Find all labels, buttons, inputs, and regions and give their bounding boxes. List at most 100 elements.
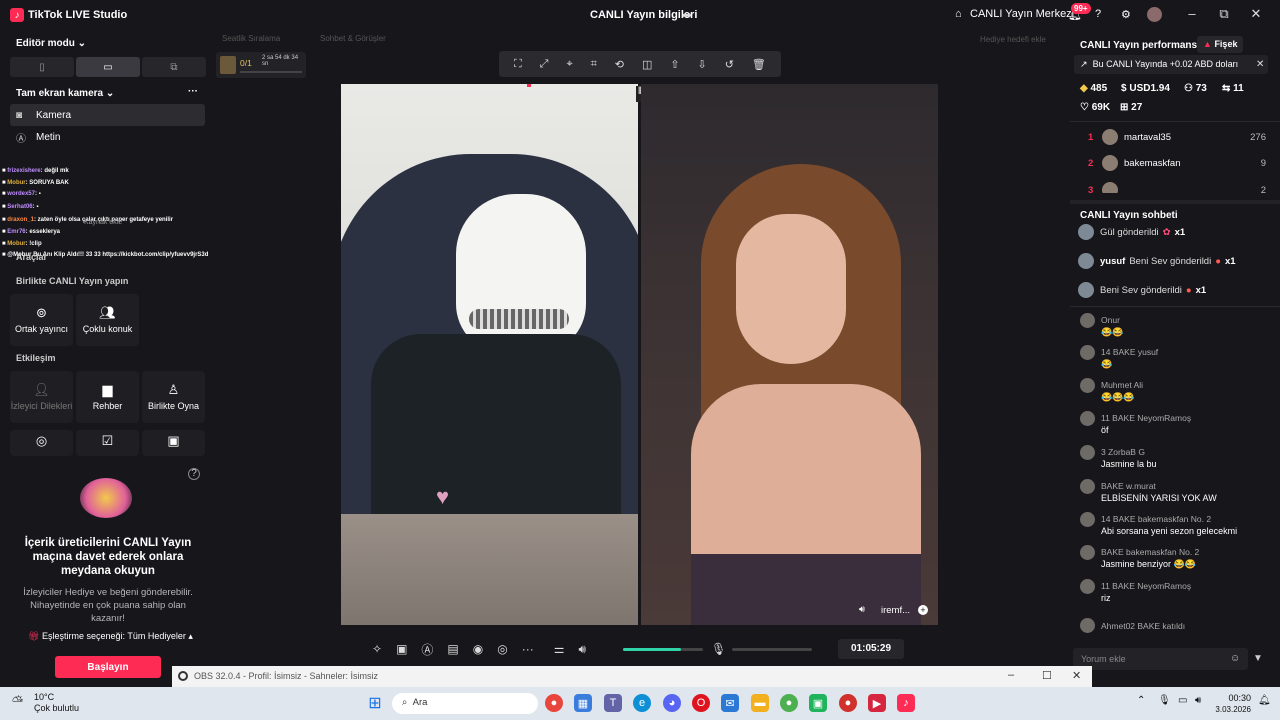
chrome-alt-icon[interactable]: ●	[780, 694, 798, 712]
help-icon[interactable]: ?	[1095, 8, 1101, 20]
gift-goal-label[interactable]: Hediye hedefi ekle	[980, 35, 1046, 44]
portrait-mode-button[interactable]: ▯	[10, 57, 74, 77]
video-app-icon[interactable]: ▶	[868, 694, 886, 712]
live-center-link[interactable]: CANLI Yayın Merkezi	[970, 8, 1074, 20]
multi-guest-tile[interactable]: 👥︎ Çoklu konuk	[76, 294, 139, 346]
record-icon[interactable]: ◉	[473, 642, 483, 656]
edge-icon[interactable]: e	[633, 694, 651, 712]
rotate-icon[interactable]: ⟲	[615, 58, 624, 71]
notification-badge: 99+	[1071, 3, 1091, 14]
add-icon[interactable]: +	[918, 605, 928, 615]
settings-gear-icon[interactable]: ⚙	[1121, 8, 1131, 21]
notification-icon[interactable]: 🔔︎	[1258, 695, 1271, 706]
opera-icon[interactable]: O	[692, 694, 710, 712]
ranking-row[interactable]: 1 martaval35 276	[1070, 128, 1280, 148]
close-banner-icon[interactable]: ✕	[1256, 59, 1264, 70]
mail-icon[interactable]: ✉	[721, 694, 739, 712]
crop-icon[interactable]: ⌗	[591, 58, 597, 71]
microphone-icon[interactable]: 🎙︎	[711, 642, 726, 656]
mic-slider[interactable]	[732, 648, 812, 651]
teams-icon[interactable]: T	[604, 694, 622, 712]
help-icon[interactable]: ?	[188, 468, 200, 480]
weather-icon[interactable]: ⛅︎	[12, 693, 23, 710]
share-icon[interactable]: ➦	[682, 8, 692, 22]
landscape-mode-button[interactable]: ▭	[76, 57, 140, 77]
clock-date[interactable]: 3.03.2026	[1205, 705, 1251, 714]
checklist-icon: ☑	[101, 433, 114, 449]
ranking-row[interactable]: 2 bakemaskfan 9	[1070, 154, 1280, 174]
rose-icon: ✿	[1162, 226, 1171, 238]
match-option-dropdown[interactable]: 🎁︎ Eşleştirme seçeneği: Tüm Hediyeler ▴	[28, 631, 193, 642]
mask-grille	[469, 309, 569, 329]
tile-partial[interactable]: ◎	[10, 430, 73, 456]
avatar	[1078, 282, 1094, 298]
volume-slider[interactable]	[623, 648, 703, 651]
store-icon[interactable]: ▦	[574, 694, 592, 712]
source-camera[interactable]: ◙ Kamera	[10, 104, 205, 126]
start-menu-icon[interactable]: ⊞	[366, 694, 384, 712]
tiktok-icon[interactable]: ♪	[897, 694, 915, 712]
close-icon[interactable]: ✕	[1072, 669, 1081, 682]
tile-partial[interactable]: ▣	[142, 430, 205, 456]
viewer-wishes-tile[interactable]: 👤︎ İzleyici Dilekleri	[10, 371, 73, 423]
camera-video-right[interactable]: 🔊︎ iremf... +	[641, 84, 938, 625]
obs-window-bar[interactable]: OBS 32.0.4 - Profil: İsimsiz - Sahneler:…	[172, 666, 1092, 687]
close-icon[interactable]: ✕	[1246, 6, 1266, 22]
camera-video-left[interactable]: ♥	[341, 84, 638, 625]
effects-icon[interactable]: ◎	[497, 642, 507, 656]
maximize-icon[interactable]: ☐	[1042, 669, 1052, 682]
volume-icon[interactable]: 🔊︎	[1195, 695, 1201, 706]
taskbar-search[interactable]: ⌕ Ara	[392, 693, 538, 714]
gift-message: Beni Sev gönderildi ● x1	[1078, 280, 1274, 300]
microphone-icon[interactable]: 🎙︎	[1158, 695, 1171, 706]
discord-icon[interactable]: ◕	[663, 694, 681, 712]
weather-desc[interactable]: Çok bulutlu	[34, 703, 79, 713]
guide-tile[interactable]: ▆ Rehber	[76, 371, 139, 423]
minimize-icon[interactable]: –	[1008, 669, 1014, 681]
ranking-row[interactable]: 32	[1070, 181, 1280, 193]
flip-icon[interactable]: ◫	[642, 58, 652, 71]
layer-down-icon[interactable]: ⇩	[698, 58, 707, 71]
play-together-tile[interactable]: ♙ Birlikte Oyna	[142, 371, 205, 423]
divider	[1070, 121, 1280, 122]
tile-partial[interactable]: ☑	[76, 430, 139, 456]
folder-icon[interactable]: ▬	[751, 694, 769, 712]
emoji-icon[interactable]: ☺	[1230, 653, 1240, 664]
comment-input[interactable]: Yorum ekle	[1073, 648, 1248, 670]
home-icon[interactable]: ⌂	[955, 8, 962, 20]
avatar[interactable]	[1147, 7, 1162, 22]
chrome-icon[interactable]: ●	[545, 694, 563, 712]
center-icon[interactable]: ⌖	[566, 58, 572, 71]
more-icon[interactable]: ···	[522, 642, 534, 656]
minimize-icon[interactable]: –	[1182, 6, 1202, 21]
caption-icon[interactable]: ▤	[447, 642, 458, 656]
sliders-icon[interactable]: ⚌	[554, 642, 565, 656]
ai-icon[interactable]: Ⓐ	[421, 641, 433, 658]
screen-icon[interactable]: ▣	[396, 642, 407, 656]
editor-mode-dropdown[interactable]: Editör modu ⌄	[16, 38, 86, 49]
speaker-icon[interactable]: 🔊︎	[859, 604, 865, 615]
app-red-icon[interactable]: ●	[839, 694, 857, 712]
more-options-icon[interactable]: ···	[188, 86, 198, 97]
promo-title: İçerik üreticilerini CANLI Yayın maçına …	[24, 537, 192, 577]
layer-up-icon[interactable]: ⇧	[670, 58, 679, 71]
weather-temp[interactable]: 10°C	[34, 692, 54, 702]
trash-icon[interactable]: 🗑︎	[752, 58, 766, 71]
network-icon[interactable]: ▭	[1178, 695, 1187, 706]
app-icon[interactable]: ▣	[809, 694, 827, 712]
cohost-tile[interactable]: ⊚ Ortak yayıncı	[10, 294, 73, 346]
clock-time[interactable]: 00:30	[1215, 693, 1251, 703]
volume-icon[interactable]: 🔊︎	[579, 642, 587, 657]
expand-icon[interactable]: ⤢	[540, 58, 549, 71]
maximize-icon[interactable]: ⧉	[1214, 6, 1234, 22]
dual-mode-button[interactable]: ⧉	[142, 57, 206, 77]
fisek-button[interactable]: ▲ Fişek	[1197, 36, 1244, 53]
fit-icon[interactable]: ⛶	[514, 58, 522, 71]
start-button[interactable]: Başlayın	[55, 656, 161, 678]
undo-icon[interactable]: ↺	[725, 58, 734, 71]
filter-icon[interactable]: ▼	[1253, 653, 1263, 664]
chevron-up-icon[interactable]: ⌃	[1137, 695, 1145, 706]
scene-dropdown[interactable]: Tam ekran kamera ⌄	[16, 88, 114, 99]
magic-wand-icon[interactable]: ✧	[372, 642, 382, 656]
source-text[interactable]: Ⓐ Metin	[10, 126, 205, 148]
